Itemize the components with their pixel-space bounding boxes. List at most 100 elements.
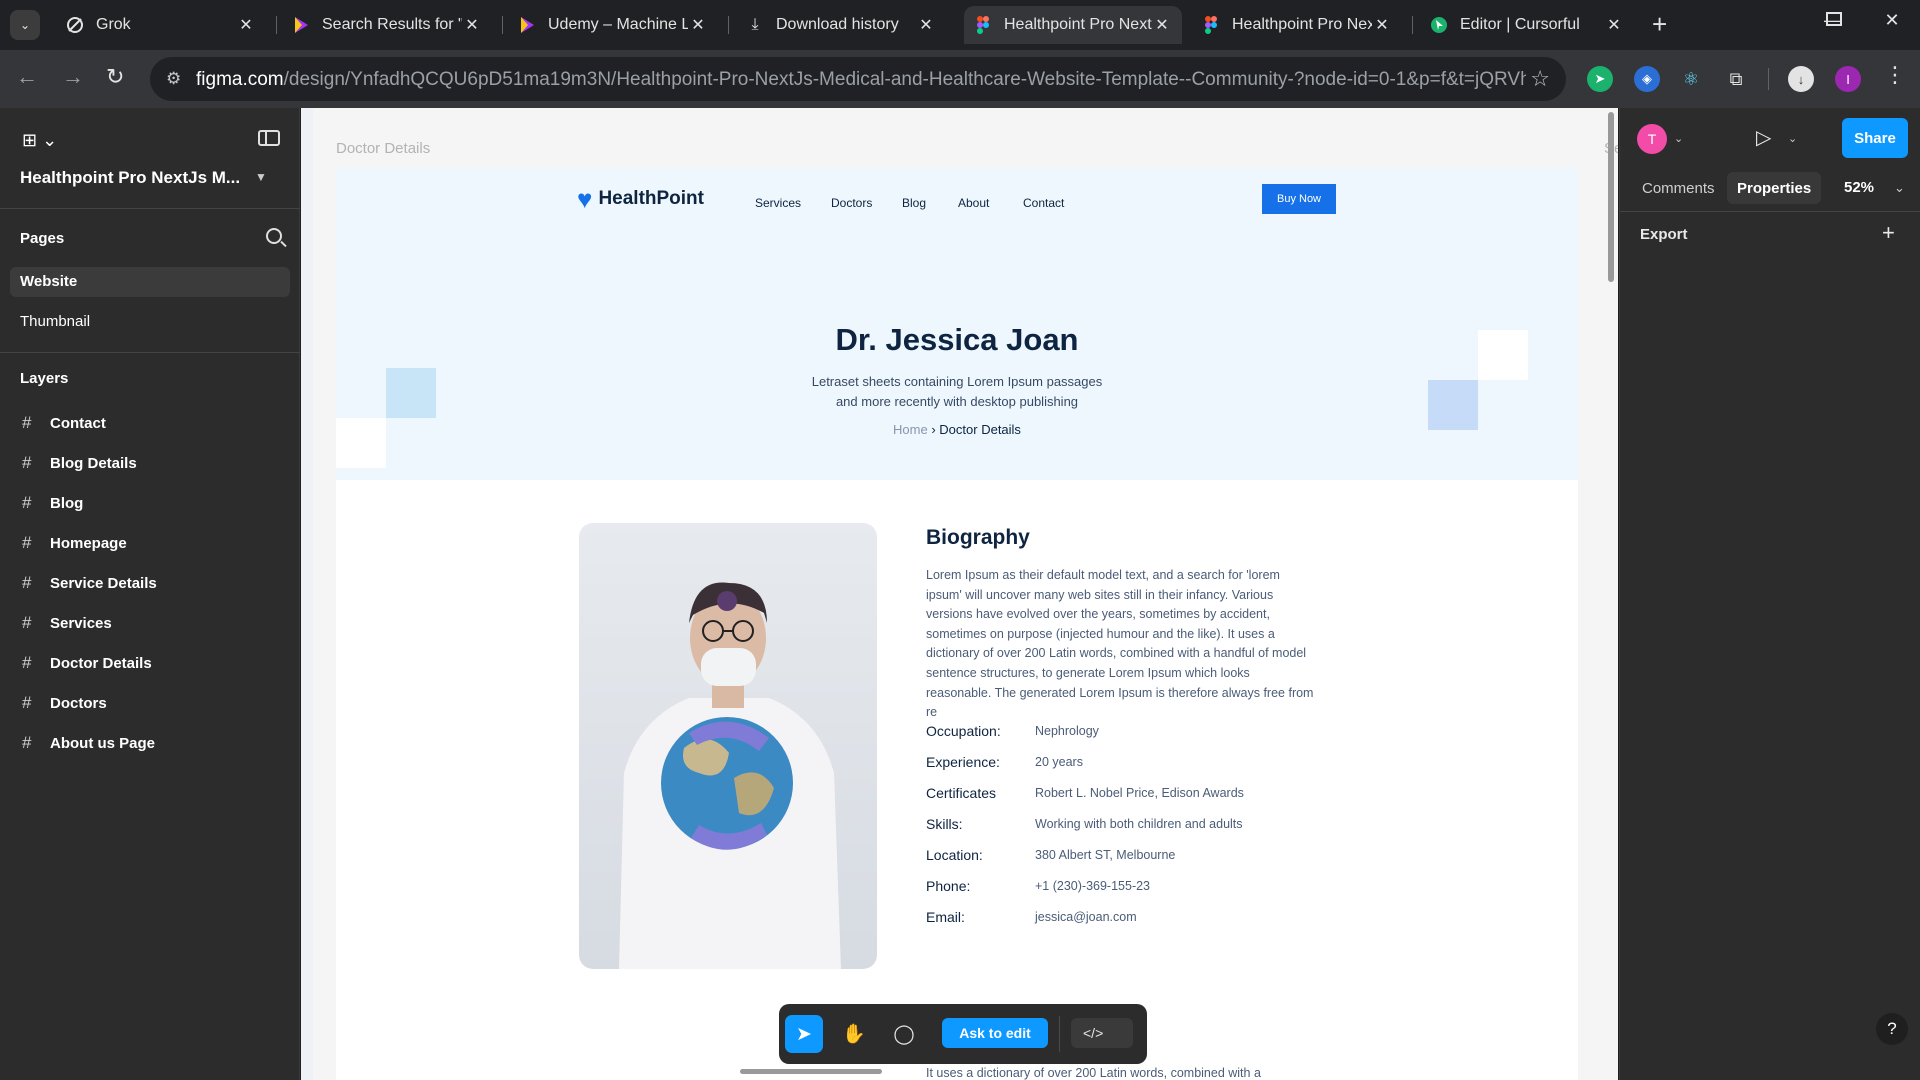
close-icon[interactable]: ✕ [688, 15, 708, 35]
move-tool-icon[interactable]: ➤ [785, 1015, 823, 1053]
tab-udemy-course[interactable]: Udemy – Machine Learning ✕ [508, 6, 718, 44]
horizontal-scrollbar[interactable] [740, 1069, 882, 1074]
close-window-button[interactable]: ✕ [1877, 10, 1907, 31]
extensions-puzzle-icon[interactable]: ⧉ [1723, 66, 1749, 92]
reload-icon[interactable]: ↻ [106, 64, 124, 90]
tab-comments[interactable]: Comments [1632, 172, 1725, 204]
url-domain: figma.com [196, 69, 284, 90]
close-icon[interactable]: ✕ [1152, 15, 1172, 35]
tab-grok[interactable]: Grok ✕ [56, 6, 266, 44]
vertical-scrollbar[interactable] [1608, 112, 1614, 282]
download-icon: ⤓ [751, 16, 759, 33]
layer-item[interactable]: # Service Details [22, 571, 157, 595]
comment-tool-icon[interactable]: ◯ [885, 1015, 923, 1053]
buy-now-button[interactable]: Buy Now [1262, 184, 1336, 214]
dev-mode-code-icon[interactable]: </> [1071, 1018, 1133, 1048]
tab-cursorful[interactable]: Editor | Cursorful ✕ [1420, 6, 1634, 44]
nav-about[interactable]: About [958, 196, 989, 210]
frame-icon: # [22, 533, 32, 552]
breadcrumb-home[interactable]: Home [893, 422, 928, 437]
close-icon[interactable]: ✕ [462, 15, 482, 35]
nav-contact[interactable]: Contact [1023, 196, 1064, 210]
layer-item[interactable]: # Doctors [22, 691, 107, 715]
doctor-photo [579, 523, 877, 969]
brand-name: HealthPoint [598, 188, 704, 209]
close-icon[interactable]: ✕ [1372, 15, 1392, 35]
extension-icon[interactable]: ◈ [1634, 66, 1660, 92]
help-button[interactable]: ? [1876, 1013, 1908, 1045]
ask-to-edit-button[interactable]: Ask to edit [942, 1018, 1048, 1048]
page-item-thumbnail[interactable]: Thumbnail [10, 307, 290, 337]
tab-title: Search Results for "Mach [322, 16, 462, 33]
layer-item[interactable]: # About us Page [22, 731, 155, 755]
zoom-level[interactable]: 52% [1844, 179, 1874, 196]
doctor-details-frame[interactable]: ♥ HealthPoint Services Doctors Blog Abou… [336, 168, 1578, 1080]
layer-item[interactable]: # Homepage [22, 531, 127, 555]
layer-item[interactable]: # Blog [22, 491, 83, 515]
tab-figma[interactable]: Healthpoint Pro NextJs ✕ [1192, 6, 1402, 44]
chevron-down-icon[interactable]: ▼ [255, 170, 267, 184]
url-field[interactable]: ⚙ figma.com/design/YnfadhQCQU6pD51ma19m3… [150, 57, 1566, 101]
tab-title: Editor | Cursorful [1460, 16, 1580, 33]
browser-menu-icon[interactable]: ⋮ [1884, 62, 1906, 88]
cursorful-extension-icon[interactable]: ➤ [1587, 66, 1613, 92]
page-item-website[interactable]: Website [10, 267, 290, 297]
hand-tool-icon[interactable]: ✋ [835, 1015, 873, 1053]
frame-label[interactable]: Doctor Details [336, 140, 430, 157]
divider [1059, 1016, 1060, 1052]
sidebar-toggle-icon[interactable] [258, 130, 280, 146]
chevron-down-icon[interactable]: ⌄ [1674, 132, 1683, 145]
chevron-down-icon[interactable]: ⌄ [1894, 180, 1905, 196]
tab-udemy-search[interactable]: Search Results for "Mach ✕ [282, 6, 492, 44]
react-devtools-icon[interactable]: ⚛ [1678, 66, 1704, 92]
figma-menu-icon[interactable]: ⊞ ⌄ [22, 130, 57, 151]
cursorful-icon [1430, 16, 1448, 34]
tab-separator [728, 16, 729, 34]
tab-search-button[interactable]: ⌄ [10, 10, 40, 40]
search-icon[interactable] [266, 228, 282, 244]
restore-button[interactable] [1826, 12, 1842, 26]
new-tab-button[interactable]: + [1652, 11, 1667, 37]
file-name[interactable]: Healthpoint Pro NextJs M... [20, 168, 240, 188]
breadcrumb: Home › Doctor Details [336, 422, 1578, 437]
layer-item[interactable]: # Contact [22, 411, 106, 435]
bookmark-star-icon[interactable]: ☆ [1530, 66, 1550, 92]
doctor-illustration [619, 582, 841, 969]
chevron-down-icon[interactable]: ⌄ [1788, 132, 1797, 145]
share-button[interactable]: Share [1842, 118, 1908, 158]
nav-doctors[interactable]: Doctors [831, 196, 872, 210]
nav-blog[interactable]: Blog [902, 196, 926, 210]
add-export-icon[interactable]: + [1882, 220, 1895, 246]
user-avatar[interactable]: T [1637, 124, 1667, 154]
tab-title: Download history [776, 16, 899, 33]
frame-icon: # [22, 653, 32, 672]
bio-continuation-text: It uses a dictionary of over 200 Latin w… [926, 1066, 1261, 1080]
site-info-icon[interactable]: ⚙ [166, 69, 181, 89]
tab-separator [276, 16, 277, 34]
figma-icon [1202, 16, 1220, 34]
forward-icon[interactable]: → [62, 64, 84, 90]
profile-avatar[interactable]: I [1835, 66, 1861, 92]
figma-canvas[interactable]: Doctor Details Se ♥ HealthPoint Services… [301, 108, 1618, 1080]
frame-icon: # [22, 693, 32, 712]
nav-services[interactable]: Services [755, 196, 801, 210]
breadcrumb-current: Doctor Details [939, 422, 1021, 437]
close-icon[interactable]: ✕ [916, 15, 936, 35]
layer-item[interactable]: # Services [22, 611, 112, 635]
heart-logo-icon: ♥ [577, 184, 593, 214]
close-icon[interactable]: ✕ [236, 15, 256, 35]
back-icon[interactable]: ← [16, 64, 38, 90]
tab-properties[interactable]: Properties [1727, 172, 1822, 204]
close-icon[interactable]: ✕ [1604, 15, 1624, 35]
download-icon[interactable]: ↓ [1788, 66, 1814, 92]
layer-item[interactable]: # Blog Details [22, 451, 137, 475]
layer-label: Blog Details [50, 454, 137, 472]
tab-figma-active[interactable]: Healthpoint Pro NextJs ✕ [964, 6, 1182, 44]
layer-item[interactable]: # Doctor Details [22, 651, 152, 675]
tab-download-history[interactable]: ⤓ Download history ✕ [736, 6, 946, 44]
hero-section: ♥ HealthPoint Services Doctors Blog Abou… [336, 168, 1578, 480]
present-play-icon[interactable]: ▷ [1756, 125, 1771, 150]
biography-heading: Biography [926, 526, 1030, 549]
divider [1620, 211, 1920, 212]
decor-square [386, 368, 436, 418]
